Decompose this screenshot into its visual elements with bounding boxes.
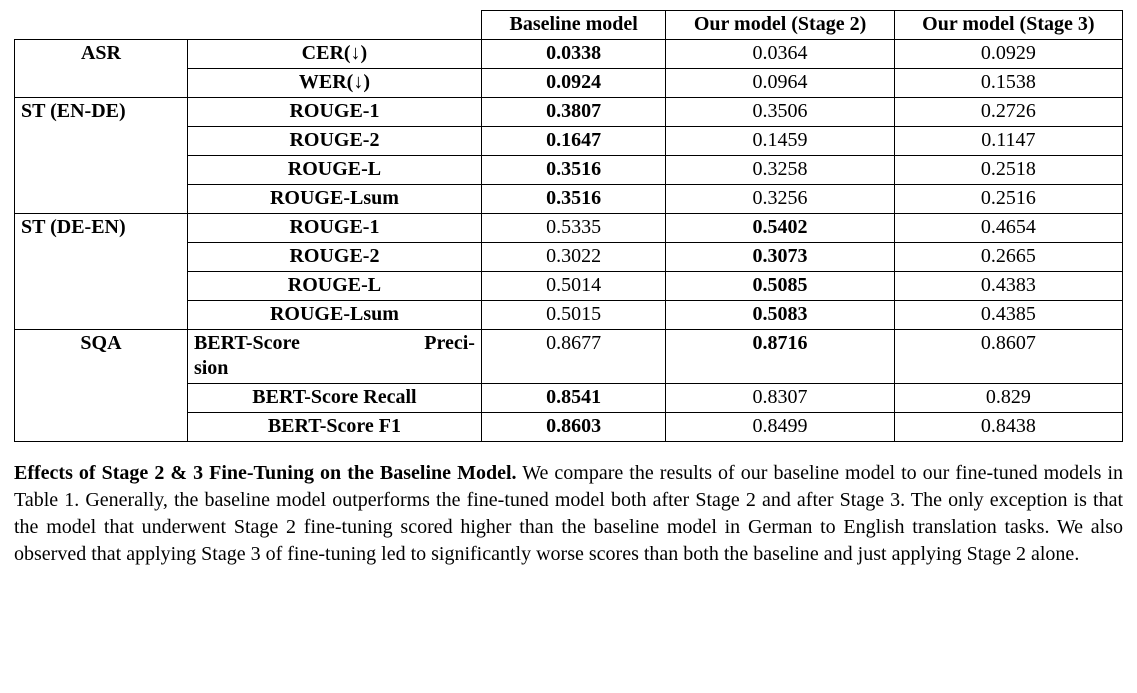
val-deen-rls-s2: 0.5083 (666, 301, 894, 330)
val-asr-cer-base: 0.0338 (481, 40, 665, 69)
metric-bp-a: BERT-Score (194, 331, 300, 356)
val-deen-rl-s3: 0.4383 (894, 272, 1122, 301)
val-ende-r1-base: 0.3807 (481, 98, 665, 127)
val-sqa-bp-s3: 0.8607 (894, 330, 1122, 384)
metric-r1: ROUGE-1 (187, 214, 481, 243)
results-table: Baseline model Our model (Stage 2) Our m… (14, 10, 1123, 442)
metric-bp-b: Preci- (424, 331, 475, 356)
val-sqa-br-base: 0.8541 (481, 384, 665, 413)
metric-r1: ROUGE-1 (187, 98, 481, 127)
header-stage2: Our model (Stage 2) (666, 11, 894, 40)
val-asr-wer-s3: 0.1538 (894, 69, 1122, 98)
val-deen-r2-s3: 0.2665 (894, 243, 1122, 272)
val-ende-r2-s3: 0.1147 (894, 127, 1122, 156)
val-deen-rl-s2: 0.5085 (666, 272, 894, 301)
val-deen-rls-base: 0.5015 (481, 301, 665, 330)
val-ende-rls-s3: 0.2516 (894, 185, 1122, 214)
header-baseline: Baseline model (481, 11, 665, 40)
metric-r2: ROUGE-2 (187, 243, 481, 272)
val-sqa-bf-base: 0.8603 (481, 413, 665, 442)
metric-bert-f1: BERT-Score F1 (187, 413, 481, 442)
metric-rls: ROUGE-Lsum (187, 301, 481, 330)
val-deen-r1-base: 0.5335 (481, 214, 665, 243)
task-st-ende: ST (EN-DE) (15, 98, 188, 214)
val-ende-r2-base: 0.1647 (481, 127, 665, 156)
val-deen-rls-s3: 0.4385 (894, 301, 1122, 330)
val-sqa-br-s3: 0.829 (894, 384, 1122, 413)
header-empty (15, 11, 482, 40)
val-deen-rl-base: 0.5014 (481, 272, 665, 301)
results-paragraph: Effects of Stage 2 & 3 Fine-Tuning on th… (14, 460, 1123, 568)
val-asr-wer-s2: 0.0964 (666, 69, 894, 98)
val-sqa-bp-base: 0.8677 (481, 330, 665, 384)
val-deen-r1-s3: 0.4654 (894, 214, 1122, 243)
val-asr-cer-s2: 0.0364 (666, 40, 894, 69)
val-sqa-br-s2: 0.8307 (666, 384, 894, 413)
val-asr-wer-base: 0.0924 (481, 69, 665, 98)
metric-cer: CER(↓) (187, 40, 481, 69)
val-ende-rls-s2: 0.3256 (666, 185, 894, 214)
val-ende-rl-base: 0.3516 (481, 156, 665, 185)
table-header-row: Baseline model Our model (Stage 2) Our m… (15, 11, 1123, 40)
val-sqa-bp-s2: 0.8716 (666, 330, 894, 384)
task-asr: ASR (15, 40, 188, 98)
val-ende-rl-s3: 0.2518 (894, 156, 1122, 185)
task-st-deen: ST (DE-EN) (15, 214, 188, 330)
val-ende-r1-s3: 0.2726 (894, 98, 1122, 127)
metric-rl: ROUGE-L (187, 156, 481, 185)
table-row: ST (EN-DE) ROUGE-1 0.3807 0.3506 0.2726 (15, 98, 1123, 127)
metric-bert-recall: BERT-Score Recall (187, 384, 481, 413)
val-sqa-bf-s3: 0.8438 (894, 413, 1122, 442)
table-row: ST (DE-EN) ROUGE-1 0.5335 0.5402 0.4654 (15, 214, 1123, 243)
val-deen-r2-s2: 0.3073 (666, 243, 894, 272)
val-deen-r1-s2: 0.5402 (666, 214, 894, 243)
metric-rls: ROUGE-Lsum (187, 185, 481, 214)
val-ende-r1-s2: 0.3506 (666, 98, 894, 127)
val-deen-r2-base: 0.3022 (481, 243, 665, 272)
paragraph-title: Effects of Stage 2 & 3 Fine-Tuning on th… (14, 462, 517, 484)
metric-rl: ROUGE-L (187, 272, 481, 301)
metric-wer: WER(↓) (187, 69, 481, 98)
val-ende-rls-base: 0.3516 (481, 185, 665, 214)
metric-r2: ROUGE-2 (187, 127, 481, 156)
metric-bp-c: sion (194, 357, 228, 379)
val-ende-r2-s2: 0.1459 (666, 127, 894, 156)
task-sqa: SQA (15, 330, 188, 442)
header-stage3: Our model (Stage 3) (894, 11, 1122, 40)
metric-bert-precision: BERT-Score Preci- sion (187, 330, 481, 384)
table-row: ASR CER(↓) 0.0338 0.0364 0.0929 (15, 40, 1123, 69)
val-ende-rl-s2: 0.3258 (666, 156, 894, 185)
val-asr-cer-s3: 0.0929 (894, 40, 1122, 69)
val-sqa-bf-s2: 0.8499 (666, 413, 894, 442)
